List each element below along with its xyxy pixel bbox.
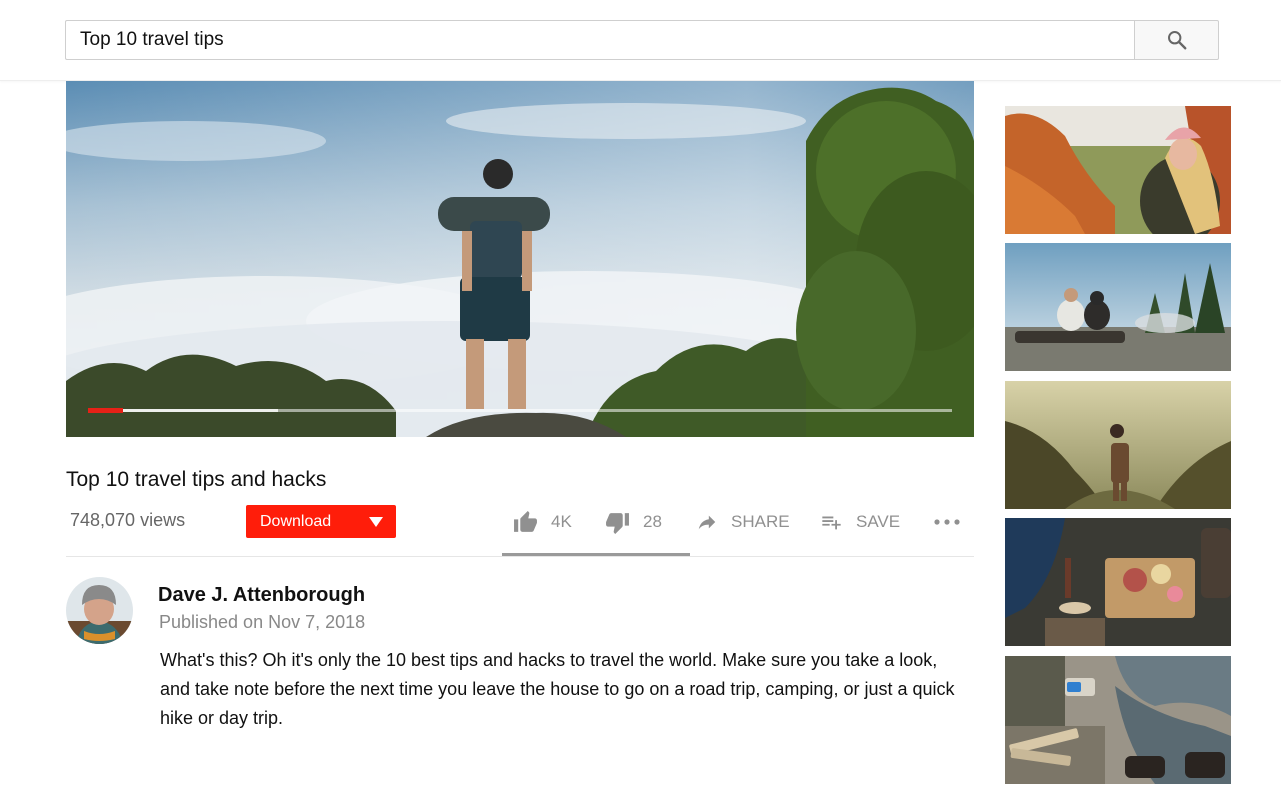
download-button[interactable]: Download — [246, 505, 396, 538]
thumbs-up-icon — [514, 510, 537, 532]
share-label: SHARE — [731, 512, 790, 531]
progress-bar[interactable] — [88, 408, 952, 413]
like-button[interactable]: 4K — [512, 508, 572, 536]
download-label: Download — [260, 512, 332, 530]
save-label: SAVE — [856, 512, 901, 531]
more-horizontal-icon — [934, 519, 960, 525]
video-description: What's this? Oh it's only the 10 best ti… — [160, 650, 955, 728]
published-date: Published on Nov 7, 2018 — [159, 612, 366, 632]
share-arrow-icon — [698, 515, 716, 530]
dislike-button[interactable]: 28 — [604, 508, 662, 536]
search-icon — [1167, 31, 1186, 50]
video-frame — [66, 81, 974, 437]
share-button[interactable]: SHARE — [695, 508, 790, 536]
playlist-add-icon — [822, 516, 841, 530]
thumbs-down-icon — [606, 512, 629, 534]
dislike-count: 28 — [643, 512, 662, 531]
thumbnail-image — [1005, 518, 1231, 646]
more-actions-button[interactable] — [933, 508, 961, 536]
top-header — [0, 0, 1281, 81]
like-count: 4K — [551, 512, 572, 531]
thumbnail-4[interactable] — [1005, 518, 1231, 646]
thumbnail-image — [1005, 381, 1231, 509]
thumbnail-image — [1005, 656, 1231, 784]
save-button[interactable]: SAVE — [819, 508, 900, 536]
thumbnail-image — [1005, 106, 1231, 234]
channel-name[interactable]: Dave J. Attenborough — [158, 584, 365, 607]
search-box[interactable] — [65, 20, 1135, 60]
video-player[interactable] — [66, 81, 974, 437]
progress-played — [88, 408, 123, 413]
search-input[interactable] — [66, 21, 1135, 59]
sentiment-bar — [502, 553, 690, 556]
thumbnail-2[interactable] — [1005, 243, 1231, 371]
avatar[interactable] — [66, 577, 133, 644]
thumbnail-3[interactable] — [1005, 381, 1231, 509]
view-count: 748,070 views — [70, 510, 186, 530]
thumbnail-1[interactable] — [1005, 106, 1231, 234]
divider — [66, 556, 974, 557]
search-button[interactable] — [1134, 20, 1219, 60]
avatar-image — [66, 577, 133, 644]
thumbnail-5[interactable] — [1005, 656, 1231, 784]
caret-down-icon[interactable] — [369, 517, 383, 527]
video-title: Top 10 travel tips and hacks — [66, 468, 327, 491]
thumbnail-image — [1005, 243, 1231, 371]
